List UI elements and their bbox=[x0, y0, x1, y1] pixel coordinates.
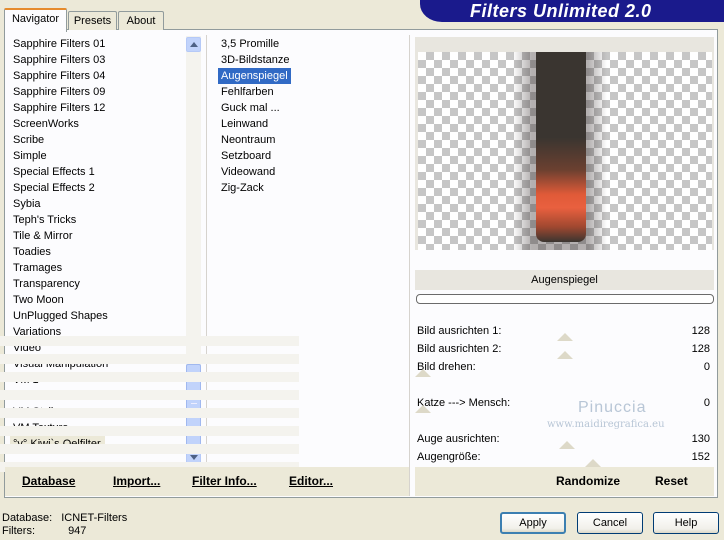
slider-label: Augengröße: bbox=[417, 451, 481, 463]
category-item[interactable]: ScreenWorks bbox=[10, 116, 184, 132]
category-item[interactable]: Tile & Mirror bbox=[10, 228, 184, 244]
status-filters-label: Filters: bbox=[2, 525, 35, 537]
cancel-button[interactable]: Cancel bbox=[577, 512, 643, 534]
status-filters: Filters: 947 bbox=[2, 525, 86, 537]
tab-presets[interactable]: Presets bbox=[68, 11, 117, 30]
preview-image bbox=[536, 52, 586, 242]
slider-value: 128 bbox=[691, 325, 710, 337]
slider-thumb[interactable] bbox=[556, 351, 573, 359]
filter-info-button[interactable]: Filter Info... bbox=[192, 474, 257, 488]
slider-value: 128 bbox=[691, 343, 710, 355]
chevron-down-icon bbox=[190, 455, 198, 460]
filter-item[interactable]: Setzboard bbox=[218, 148, 404, 164]
database-label: Database bbox=[22, 474, 76, 488]
category-item[interactable]: Sybia bbox=[10, 196, 184, 212]
category-item[interactable]: UnPlugged Shapes bbox=[10, 308, 184, 324]
filter-list[interactable]: 3,5 Promille 3D-Bildstanze Augenspiegel Feh… bbox=[218, 36, 404, 196]
slider-value: 152 bbox=[691, 451, 710, 463]
slider-row: Bild ausrichten 2: 128 bbox=[415, 341, 714, 359]
category-item[interactable]: Tramages bbox=[10, 260, 184, 276]
slider-track[interactable] bbox=[0, 354, 299, 364]
filter-item[interactable]: 3D-Bildstanze bbox=[218, 52, 404, 68]
slider-track[interactable] bbox=[0, 444, 299, 454]
help-button[interactable]: Help bbox=[653, 512, 719, 534]
filter-info-label: Filter Info... bbox=[192, 474, 257, 488]
slider-row: Auge ausrichten: 130 bbox=[415, 431, 714, 449]
filter-item[interactable]: Leinwand bbox=[218, 116, 404, 132]
editor-button[interactable]: Editor... bbox=[289, 474, 333, 488]
editor-label: Editor... bbox=[289, 474, 334, 488]
category-item[interactable]: Sapphire Filters 01 bbox=[10, 36, 184, 52]
category-item[interactable]: Scribe bbox=[10, 132, 184, 148]
filter-item[interactable]: Videowand bbox=[218, 164, 404, 180]
slider-track[interactable] bbox=[0, 372, 299, 382]
category-item[interactable]: Teph's Tricks bbox=[10, 212, 184, 228]
slider-value: 130 bbox=[691, 433, 710, 445]
slider-row: Augengröße: 152 bbox=[415, 449, 714, 467]
slider-value: 0 bbox=[703, 361, 710, 373]
slider-label: Bild ausrichten 2: bbox=[417, 343, 502, 355]
divider bbox=[409, 35, 410, 496]
category-item[interactable]: Special Effects 2 bbox=[10, 180, 184, 196]
watermark-name: Pinuccia bbox=[578, 399, 647, 416]
filter-item[interactable]: 3,5 Promille bbox=[218, 36, 404, 52]
filter-item[interactable]: Fehlfarben bbox=[218, 84, 404, 100]
apply-button[interactable]: Apply bbox=[500, 512, 566, 534]
category-item[interactable]: Simple bbox=[10, 148, 184, 164]
filter-item[interactable]: Augenspiegel bbox=[218, 68, 291, 84]
status-database: Database: ICNET-Filters bbox=[2, 512, 127, 524]
slider-thumb[interactable] bbox=[556, 333, 573, 341]
app-title: Filters Unlimited 2.0 bbox=[470, 1, 652, 21]
category-item[interactable]: Two Moon bbox=[10, 292, 184, 308]
import-button[interactable]: Import... bbox=[113, 474, 160, 488]
category-item[interactable]: Sapphire Filters 04 bbox=[10, 68, 184, 84]
filter-name-display: Augenspiegel bbox=[415, 270, 714, 290]
slider-thumb[interactable] bbox=[559, 441, 576, 449]
import-label: Import... bbox=[113, 474, 161, 488]
randomize-button[interactable]: Randomize bbox=[556, 474, 620, 488]
progress-bar bbox=[416, 294, 714, 304]
slider-thumb[interactable] bbox=[584, 459, 601, 467]
category-item[interactable]: Sapphire Filters 03 bbox=[10, 52, 184, 68]
slider-row: Katze ---> Mensch: 0 bbox=[415, 395, 714, 413]
status-database-value: ICNET-Filters bbox=[61, 512, 128, 524]
category-item[interactable]: Sapphire Filters 12 bbox=[10, 100, 184, 116]
tab-navigator[interactable]: Navigator bbox=[4, 8, 67, 32]
slider-label: Bild ausrichten 1: bbox=[417, 325, 502, 337]
status-database-label: Database: bbox=[2, 512, 53, 524]
slider-row bbox=[415, 377, 714, 395]
tab-about[interactable]: About bbox=[118, 11, 164, 30]
category-item[interactable]: Toadies bbox=[10, 244, 184, 260]
slider-track bbox=[0, 390, 299, 400]
status-filters-value: 947 bbox=[68, 525, 87, 537]
filter-item[interactable]: Guck mal ... bbox=[218, 100, 404, 116]
reset-button[interactable]: Reset bbox=[655, 474, 688, 488]
category-item[interactable]: Transparency bbox=[10, 276, 184, 292]
category-item[interactable]: Special Effects 1 bbox=[10, 164, 184, 180]
slider-track bbox=[0, 426, 299, 436]
chevron-up-icon bbox=[190, 42, 198, 47]
filter-item[interactable]: Neontraum bbox=[218, 132, 404, 148]
slider-thumb[interactable] bbox=[415, 369, 431, 377]
slider-value: 0 bbox=[703, 397, 710, 409]
slider-row: Bild ausrichten 1: 128 bbox=[415, 323, 714, 341]
slider-label: Auge ausrichten: bbox=[417, 433, 500, 445]
category-item[interactable]: Sapphire Filters 09 bbox=[10, 84, 184, 100]
scroll-up-button[interactable] bbox=[186, 37, 201, 52]
divider bbox=[206, 35, 207, 467]
database-button[interactable]: Database bbox=[22, 474, 75, 488]
slider-track[interactable] bbox=[0, 408, 299, 418]
filter-item[interactable]: Zig-Zack bbox=[218, 180, 404, 196]
slider-thumb[interactable] bbox=[415, 405, 431, 413]
watermark-url: www.maidiregrafica.eu bbox=[547, 419, 665, 430]
slider-row: Bild drehen: 0 bbox=[415, 359, 714, 377]
slider-track[interactable] bbox=[0, 336, 299, 346]
